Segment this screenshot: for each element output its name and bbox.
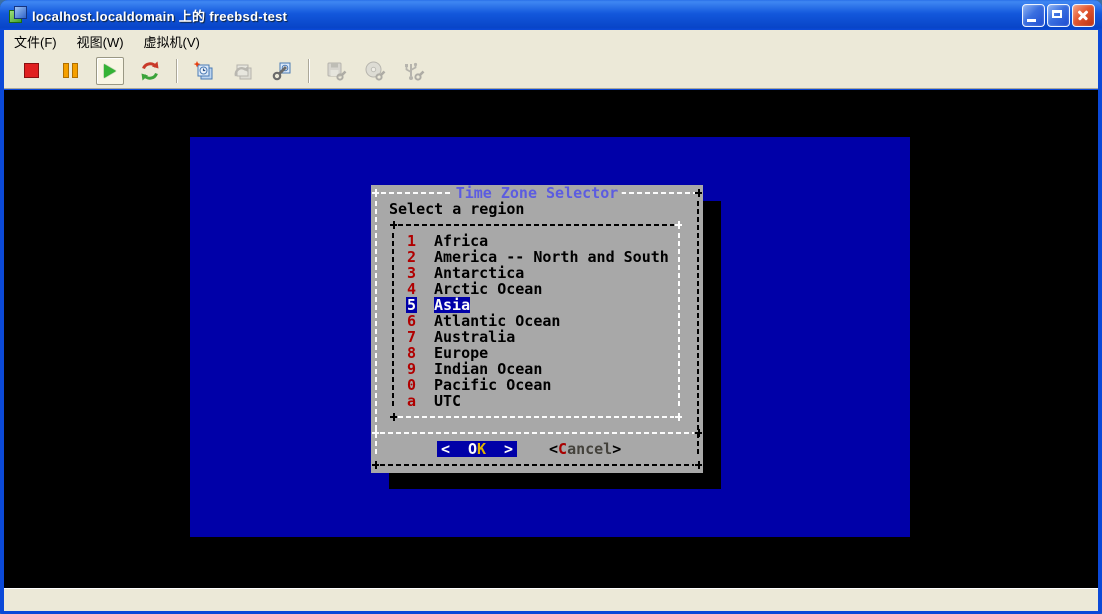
- cdrom-settings-icon: [364, 60, 386, 82]
- stop-icon: [24, 63, 39, 78]
- vm-console-window: localhost.localdomain 上的 freebsd-test 文件…: [0, 0, 1102, 614]
- timezone-option-selected[interactable]: 5Asia: [389, 297, 683, 313]
- timezone-option[interactable]: 6Atlantic Ocean: [389, 313, 683, 329]
- status-bar: [4, 588, 1098, 611]
- maximize-button[interactable]: [1047, 4, 1070, 27]
- vmware-app-icon: [8, 6, 26, 24]
- usb-settings-icon: [403, 60, 425, 82]
- timezone-option[interactable]: 3Antarctica: [389, 265, 683, 281]
- reset-button[interactable]: [137, 58, 163, 84]
- button-separator: [380, 432, 694, 434]
- dialog-right-border: [697, 201, 699, 457]
- toolbar-separator: [308, 59, 310, 83]
- cdrom-settings-button: [362, 58, 388, 84]
- snapshot-manager-icon: [271, 60, 293, 82]
- title-bar[interactable]: localhost.localdomain 上的 freebsd-test: [0, 0, 1102, 30]
- timezone-list: 1Africa 2America -- North and South 3Ant…: [389, 217, 683, 425]
- usb-settings-button: [401, 58, 427, 84]
- menu-vm[interactable]: 虚拟机(V): [134, 29, 210, 54]
- stop-button[interactable]: [18, 58, 44, 84]
- timezone-option[interactable]: 8Europe: [389, 345, 683, 361]
- snapshot-manager-button[interactable]: [269, 58, 295, 84]
- cancel-button[interactable]: <Cancel>: [549, 441, 621, 457]
- take-snapshot-icon: [193, 60, 215, 82]
- revert-snapshot-icon: [232, 60, 254, 82]
- floppy-settings-button: [323, 58, 349, 84]
- timezone-option[interactable]: 9Indian Ocean: [389, 361, 683, 377]
- timezone-option[interactable]: 4Arctic Ocean: [389, 281, 683, 297]
- timezone-option[interactable]: 7Australia: [389, 329, 683, 345]
- vm-display[interactable]: Time Zone Selector Select a region 1Afri…: [4, 90, 1098, 588]
- timezone-option[interactable]: aUTC: [389, 393, 683, 409]
- menu-view[interactable]: 视图(W): [67, 29, 134, 54]
- close-button[interactable]: [1072, 4, 1095, 27]
- maximize-icon: [1052, 10, 1062, 18]
- minimize-button[interactable]: [1022, 4, 1045, 27]
- timezone-option[interactable]: 1Africa: [389, 233, 683, 249]
- timezone-dialog: Time Zone Selector Select a region 1Afri…: [371, 185, 703, 473]
- dialog-left-border: [375, 201, 377, 457]
- timezone-option[interactable]: 2America -- North and South: [389, 249, 683, 265]
- window-title: localhost.localdomain 上的 freebsd-test: [32, 6, 287, 25]
- revert-snapshot-button: [230, 58, 256, 84]
- menu-file[interactable]: 文件(F): [4, 29, 67, 54]
- reset-icon: [139, 60, 161, 82]
- floppy-settings-icon: [325, 60, 347, 82]
- pause-icon: [63, 63, 78, 78]
- dialog-prompt: Select a region: [389, 201, 524, 217]
- console-screen[interactable]: Time Zone Selector Select a region 1Afri…: [190, 137, 910, 537]
- dialog-title: Time Zone Selector: [453, 185, 622, 201]
- ok-button[interactable]: < OK >: [437, 441, 517, 457]
- toolbar-separator: [176, 59, 178, 83]
- play-button[interactable]: [96, 57, 124, 85]
- play-icon: [104, 64, 116, 78]
- timezone-option[interactable]: 0Pacific Ocean: [389, 377, 683, 393]
- take-snapshot-button[interactable]: [191, 58, 217, 84]
- dialog-bottom-border: [380, 464, 694, 466]
- pause-button[interactable]: [57, 58, 83, 84]
- minimize-icon: [1027, 19, 1036, 22]
- menu-bar: 文件(F) 视图(W) 虚拟机(V): [4, 30, 1098, 53]
- toolbar: [4, 53, 1098, 89]
